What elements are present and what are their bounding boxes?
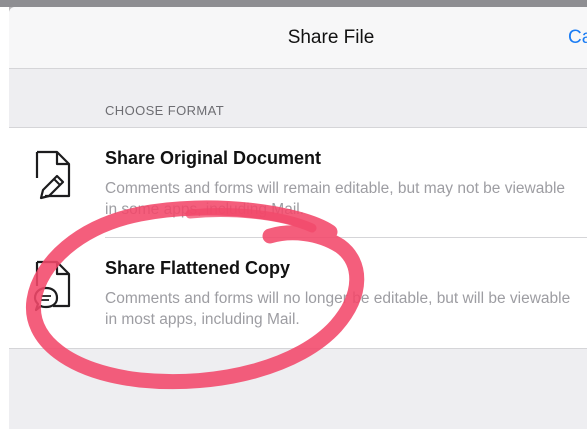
option-title: Share Flattened Copy — [105, 258, 291, 278]
section-header: CHOOSE FORMAT — [105, 103, 225, 118]
option-title: Share Original Document — [105, 148, 322, 168]
share-original-option[interactable]: Share Original Document Comments and for… — [9, 128, 587, 237]
share-file-sheet: Share File Ca CHOOSE FORMAT Share Origin… — [9, 7, 587, 429]
format-options-list: Share Original Document Comments and for… — [9, 127, 587, 349]
share-flattened-option[interactable]: Share Flattened Copy Comments and forms … — [9, 238, 587, 347]
option-description-line: Comments and forms will no longer be edi… — [105, 290, 571, 307]
option-description: Comments and forms will remain editable,… — [105, 178, 587, 220]
top-bezel — [0, 0, 587, 7]
background-edge — [0, 0, 9, 429]
cancel-button[interactable]: Ca — [568, 27, 587, 49]
navigation-bar: Share File Ca — [9, 7, 587, 69]
document-comment-icon — [33, 260, 71, 312]
page-title: Share File — [287, 27, 375, 48]
document-pen-icon — [35, 150, 71, 200]
option-description-line: Comments and forms will remain editable,… — [105, 180, 566, 197]
option-description: Comments and forms will no longer be edi… — [105, 288, 587, 330]
option-description-line: in some apps, including Mail. — [105, 201, 305, 218]
option-description-line: in most apps, including Mail. — [105, 311, 300, 328]
